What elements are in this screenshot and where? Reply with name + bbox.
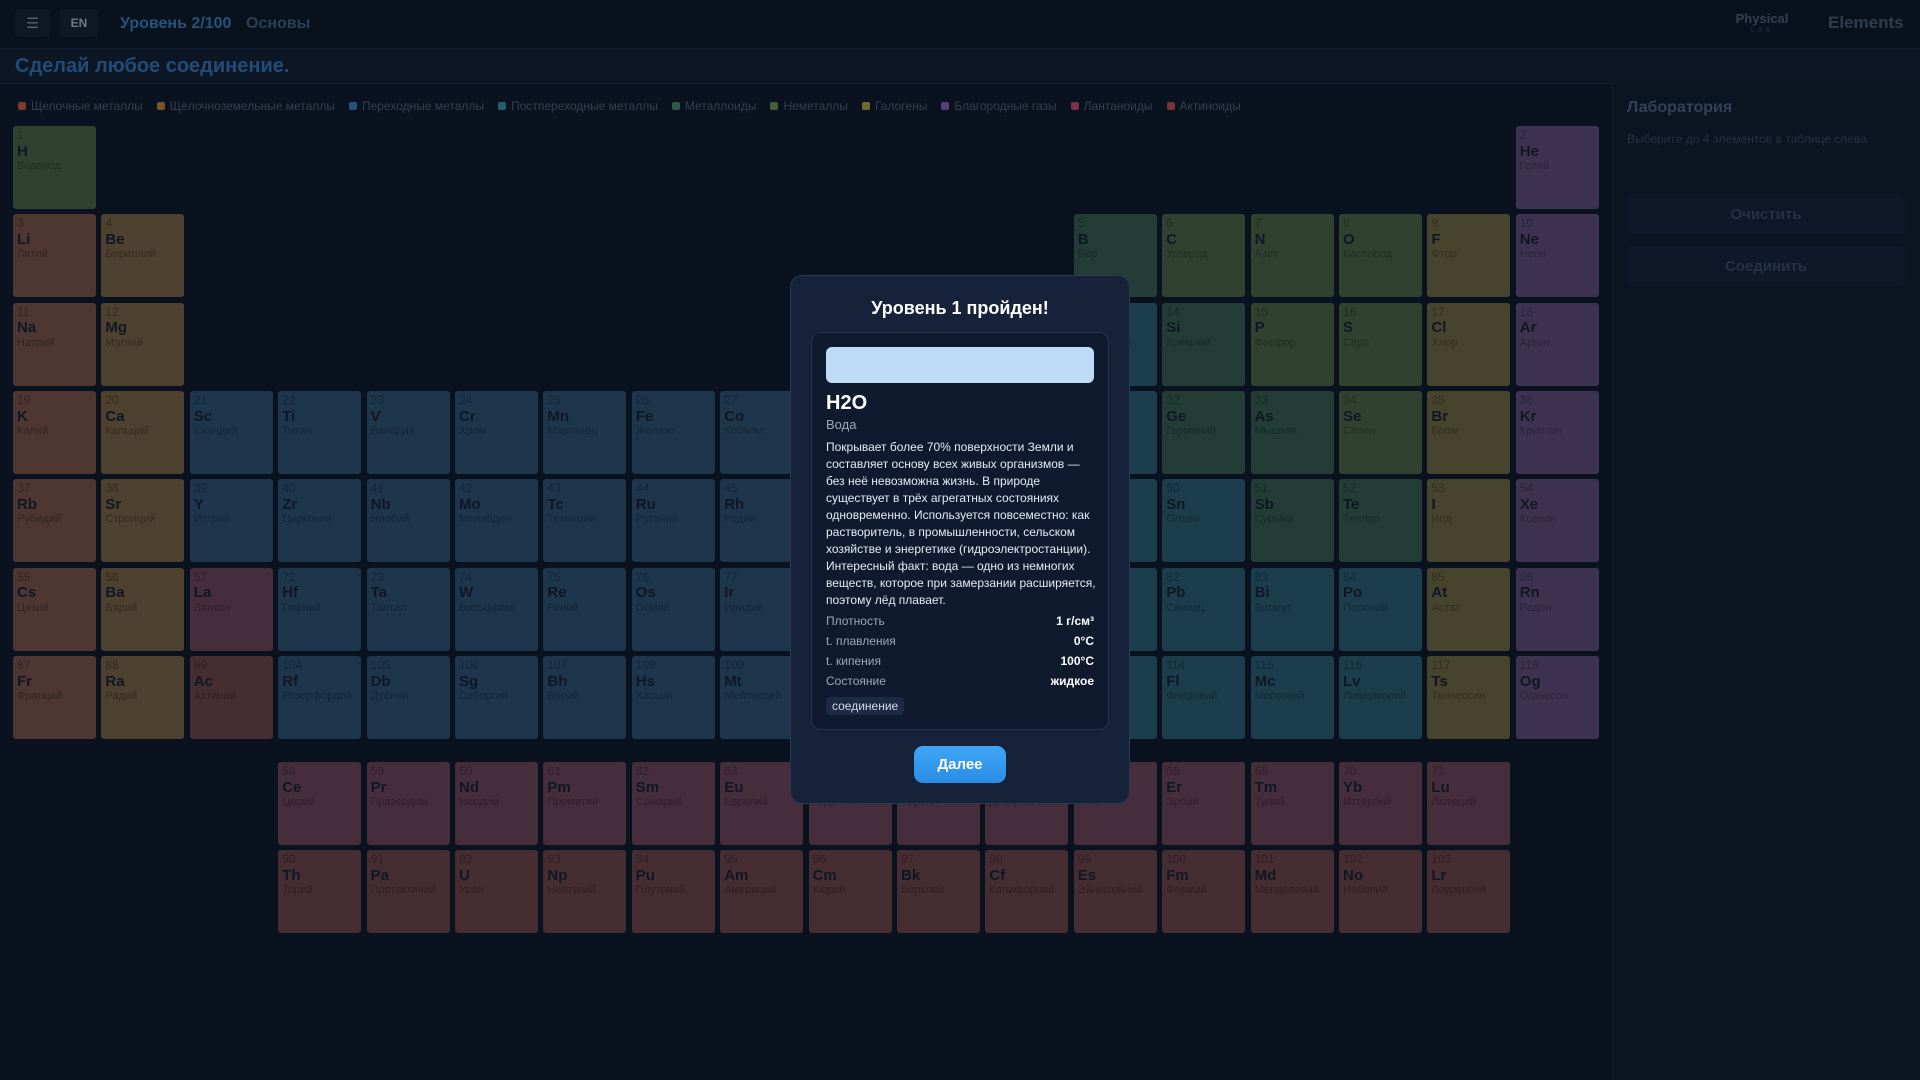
modal-title: Уровень 1 пройден! bbox=[871, 298, 1049, 318]
compound-formula: H2O bbox=[826, 392, 868, 414]
level-complete-modal: Уровень 1 пройден! H2O Вода Покрывает бо… bbox=[790, 275, 1130, 804]
property-row: Плотность 1 г/см³ bbox=[826, 614, 1094, 632]
compound-name: Вода bbox=[826, 417, 857, 432]
property-key: t. плавления bbox=[826, 634, 896, 648]
compound-image bbox=[826, 347, 1094, 383]
property-row: Состояние жидкое bbox=[826, 674, 1094, 692]
property-value: 0°C bbox=[1073, 634, 1094, 648]
property-key: Состояние bbox=[826, 674, 886, 688]
property-value: 100°C bbox=[1060, 654, 1095, 668]
property-key: t. кипения bbox=[826, 654, 881, 668]
property-value: 1 г/см³ bbox=[1056, 614, 1094, 628]
property-row: t. плавления 0°C bbox=[826, 634, 1094, 652]
property-key: Плотность bbox=[826, 614, 885, 628]
property-row: t. кипения 100°C bbox=[826, 654, 1094, 672]
compound-card: H2O Вода Покрывает более 70% поверхности… bbox=[811, 332, 1109, 730]
compound-tag: соединение bbox=[826, 697, 905, 715]
next-button[interactable]: Далее bbox=[914, 746, 1006, 783]
property-value: жидкое bbox=[1050, 674, 1094, 688]
compound-description: Покрывает более 70% поверхности Земли и … bbox=[826, 440, 1096, 607]
